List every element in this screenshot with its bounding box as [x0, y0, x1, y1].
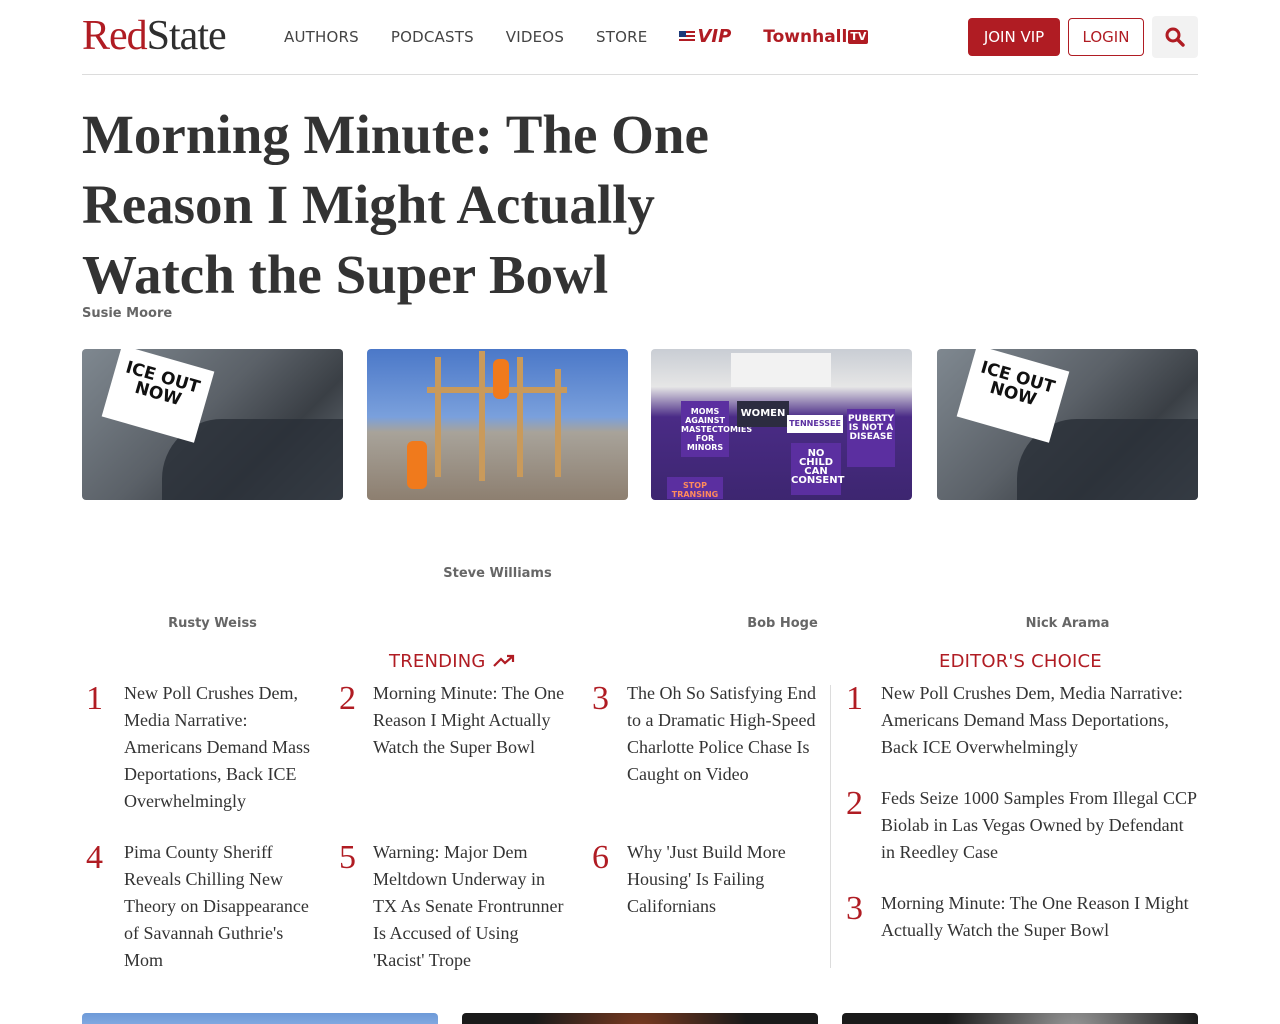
trending-item-2[interactable]: 2 Morning Minute: The One Reason I Might…: [339, 680, 571, 761]
rank-number: 2: [339, 680, 356, 717]
ice-out-now-sign: ICE OUT NOW: [101, 349, 215, 443]
search-button[interactable]: [1152, 16, 1198, 58]
editors-choice-heading: EDITOR'S CHOICE: [939, 651, 1102, 672]
worker-figure: [493, 359, 509, 399]
search-icon: [1165, 27, 1185, 47]
site-header: RedState AUTHORS PODCASTS VIDEOS STORE V…: [82, 0, 1198, 75]
redstate-logo[interactable]: RedState: [82, 13, 227, 59]
protest-sign: STOP TRANSING: [667, 477, 723, 499]
vip-label: VIP: [697, 26, 732, 47]
main-nav: AUTHORS PODCASTS VIDEOS STORE VIP Townha…: [284, 26, 869, 47]
bottom-thumbnail-3[interactable]: [842, 1013, 1198, 1024]
trending-up-icon: [493, 654, 515, 667]
flag-icon: [679, 30, 696, 43]
trending-title: The Oh So Satisfying End to a Dramatic H…: [627, 683, 816, 784]
nav-authors[interactable]: AUTHORS: [284, 28, 359, 46]
trending-title: Why 'Just Build More Housing' Is Failing…: [627, 842, 786, 916]
story-author-2[interactable]: Steve Williams: [367, 566, 628, 581]
story-author-3[interactable]: Bob Hoge: [652, 616, 913, 631]
rank-number: 2: [846, 785, 863, 822]
nav-podcasts[interactable]: PODCASTS: [391, 28, 474, 46]
wood-stud: [517, 357, 523, 477]
bottom-thumbnail-2[interactable]: [462, 1013, 818, 1024]
trending-item-6[interactable]: 6 Why 'Just Build More Housing' Is Faili…: [592, 839, 824, 920]
rank-number: 3: [846, 890, 863, 927]
protest-sign: PUBERTY IS NOT A DISEASE: [847, 409, 895, 467]
trending-title: Morning Minute: The One Reason I Might A…: [373, 683, 565, 757]
story-author-4[interactable]: Nick Arama: [937, 616, 1198, 631]
trending-label: TRENDING: [389, 651, 486, 672]
story-thumbnail-4[interactable]: ICE OUT NOW: [937, 349, 1198, 500]
rank-number: 1: [86, 680, 103, 717]
protest-sign: MOMS AGAINST MASTECTOMIES FOR MINORS: [681, 401, 752, 457]
wood-stud: [479, 351, 485, 481]
login-button[interactable]: LOGIN: [1068, 18, 1144, 56]
townhall-tv-link[interactable]: Townhall TV: [763, 26, 869, 47]
trending-item-4[interactable]: 4 Pima County Sheriff Reveals Chilling N…: [86, 839, 318, 974]
editors-choice-item-3[interactable]: 3 Morning Minute: The One Reason I Might…: [846, 890, 1200, 944]
trending-item-1[interactable]: 1 New Poll Crushes Dem, Media Narrative:…: [86, 680, 318, 815]
editors-choice-title: Morning Minute: The One Reason I Might A…: [881, 893, 1189, 940]
logo-dark: State: [146, 13, 227, 59]
worker-figure: [407, 441, 427, 489]
townhall-label: Townhall: [763, 26, 848, 47]
logo-red: Red: [82, 13, 148, 59]
protest-sign: TENNESSEE: [787, 415, 843, 433]
trending-heading: TRENDING: [389, 651, 515, 672]
protest-sign: WOMEN: [737, 401, 789, 427]
rank-number: 4: [86, 839, 103, 876]
story-author-1[interactable]: Rusty Weiss: [82, 616, 343, 631]
trending-title: Warning: Major Dem Meltdown Underway in …: [373, 842, 564, 970]
wood-stud: [435, 357, 441, 477]
editors-choice-item-2[interactable]: 2 Feds Seize 1000 Samples From Illegal C…: [846, 785, 1200, 866]
article-headline[interactable]: Morning Minute: The One Reason I Might A…: [82, 100, 762, 310]
trending-title: New Poll Crushes Dem, Media Narrative: A…: [124, 683, 310, 811]
rank-number: 3: [592, 680, 609, 717]
story-thumbnail-2[interactable]: [367, 349, 628, 500]
editors-choice-title: New Poll Crushes Dem, Media Narrative: A…: [881, 683, 1183, 757]
nav-videos[interactable]: VIDEOS: [506, 28, 564, 46]
trending-title: Pima County Sheriff Reveals Chilling New…: [124, 842, 309, 970]
protest-sign: NO CHILD CAN CONSENT: [791, 443, 844, 495]
ice-out-now-sign: ICE OUT NOW: [956, 349, 1070, 443]
wood-stud: [555, 369, 561, 477]
trending-item-5[interactable]: 5 Warning: Major Dem Meltdown Underway i…: [339, 839, 571, 974]
rank-number: 5: [339, 839, 356, 876]
tv-badge: TV: [848, 29, 869, 44]
column-divider: [830, 685, 831, 968]
article-author[interactable]: Susie Moore: [82, 306, 172, 321]
editors-choice-item-1[interactable]: 1 New Poll Crushes Dem, Media Narrative:…: [846, 680, 1200, 761]
court-building: [731, 353, 831, 387]
nav-store[interactable]: STORE: [596, 28, 647, 46]
bottom-thumbnail-1[interactable]: [82, 1013, 438, 1024]
rank-number: 6: [592, 839, 609, 876]
nav-vip[interactable]: VIP: [679, 26, 731, 47]
rank-number: 1: [846, 680, 863, 717]
story-thumbnail-1[interactable]: ICE OUT NOW: [82, 349, 343, 500]
story-thumbnail-3[interactable]: MOMS AGAINST MASTECTOMIES FOR MINORS WOM…: [651, 349, 912, 500]
trending-item-3[interactable]: 3 The Oh So Satisfying End to a Dramatic…: [592, 680, 824, 788]
join-vip-button[interactable]: JOIN VIP: [968, 18, 1060, 56]
editors-choice-title: Feds Seize 1000 Samples From Illegal CCP…: [881, 788, 1197, 862]
